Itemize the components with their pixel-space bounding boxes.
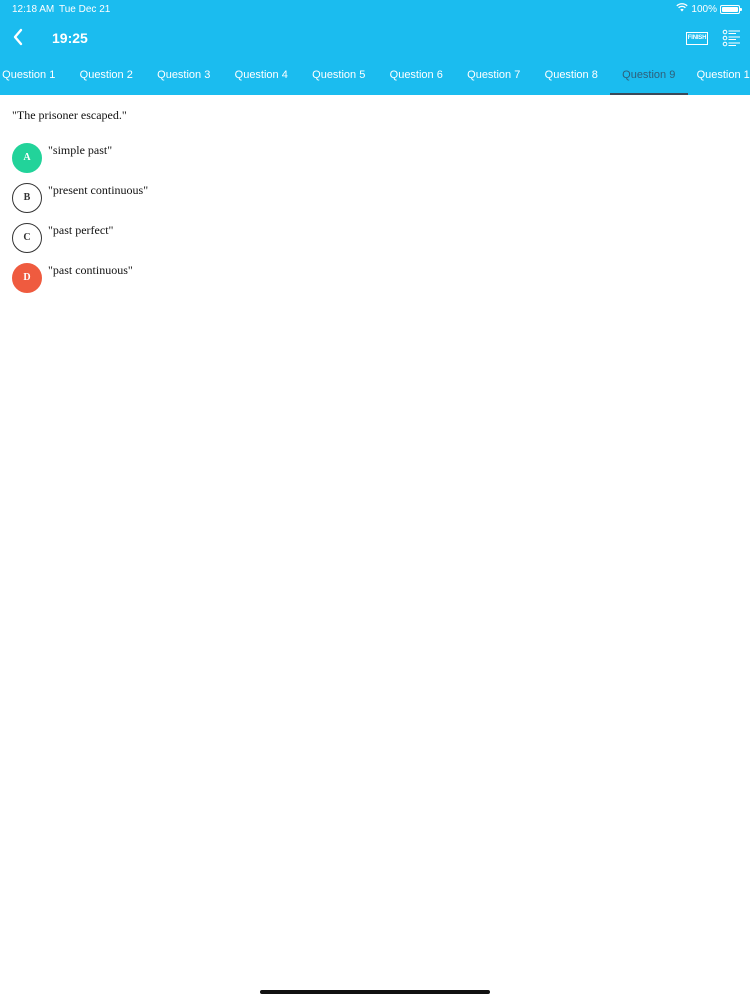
status-time: 12:18 AM — [12, 4, 55, 15]
option-text: "past continuous" — [48, 263, 133, 277]
tab-question-2[interactable]: Question 2 — [68, 58, 146, 95]
option-letter: C — [12, 223, 42, 253]
option-letter: A — [12, 143, 42, 173]
tab-question-10[interactable]: Question 10 — [688, 58, 750, 95]
tab-question-7[interactable]: Question 7 — [455, 58, 533, 95]
tab-question-8[interactable]: Question 8 — [533, 58, 611, 95]
battery-percent: 100% — [691, 3, 717, 15]
option-text: "present continuous" — [48, 183, 149, 197]
top-bar: 12:18 AM Tue Dec 21 100% 19:25 FINISH Qu… — [0, 0, 750, 95]
option-a[interactable]: A "simple past" — [12, 143, 732, 183]
tab-question-3[interactable]: Question 3 — [145, 58, 223, 95]
wifi-icon — [676, 3, 689, 15]
status-date: Tue Dec 21 — [59, 4, 111, 15]
option-b[interactable]: B "present continuous" — [12, 183, 732, 223]
nav-row: 19:25 FINISH — [0, 20, 750, 58]
option-letter: B — [12, 183, 42, 213]
option-c[interactable]: C "past perfect" — [12, 223, 732, 263]
status-bar: 12:18 AM Tue Dec 21 100% — [0, 0, 750, 20]
battery-icon — [720, 4, 742, 14]
status-right: 100% — [676, 3, 742, 15]
chevron-left-icon — [12, 28, 24, 51]
tab-question-6[interactable]: Question 6 — [378, 58, 456, 95]
option-text: "past perfect" — [48, 223, 114, 237]
list-icon — [722, 29, 742, 52]
tab-question-4[interactable]: Question 4 — [223, 58, 301, 95]
quiz-timer: 19:25 — [52, 30, 88, 46]
question-tabs: Question 1 Question 2 Question 3 Questio… — [0, 58, 750, 95]
question-content: "The prisoner escaped." A "simple past" … — [12, 108, 732, 303]
tab-question-5[interactable]: Question 5 — [300, 58, 378, 95]
home-indicator — [260, 990, 490, 994]
back-button[interactable] — [6, 26, 30, 52]
option-letter: D — [12, 263, 42, 293]
option-text: "simple past" — [48, 143, 113, 157]
tab-question-1[interactable]: Question 1 — [0, 58, 68, 95]
finish-button[interactable]: FINISH — [686, 32, 708, 45]
tab-question-9[interactable]: Question 9 — [610, 58, 688, 95]
question-list-button[interactable] — [722, 28, 742, 48]
question-text: "The prisoner escaped." — [12, 108, 127, 122]
option-d[interactable]: D "past continuous" — [12, 263, 732, 303]
